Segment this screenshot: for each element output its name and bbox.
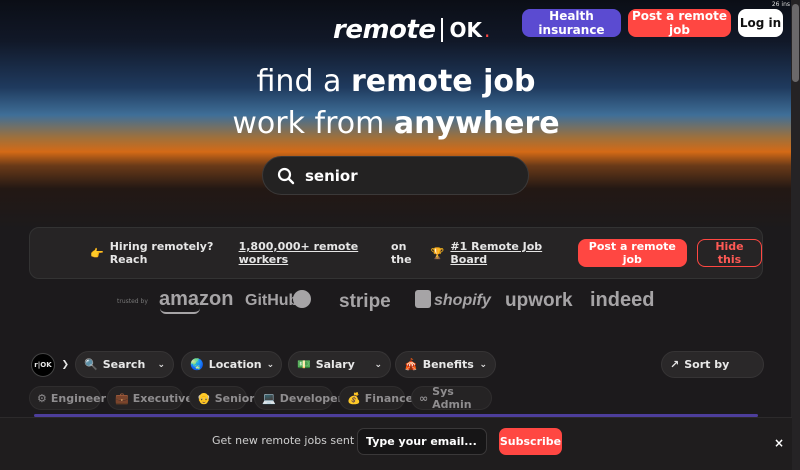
magnifier-icon: 🔍 [84,358,98,371]
hero-title-line1-bold: remote job [350,64,536,99]
tag-label: Engineer [50,391,107,405]
shopify-logo: shopify [434,292,491,309]
trophy-icon: 🏆 [430,246,445,260]
search-icon [277,167,295,184]
tag-executive[interactable]: 💼 Executive [107,386,193,410]
money-icon: 💵 [297,358,311,371]
benefits-filter-label: Benefits [422,358,474,371]
mini-logo-icon: r|OK [31,352,55,377]
login-button[interactable]: Log in [738,9,783,37]
tag-icon: 💻 [262,391,276,405]
email-field[interactable] [357,428,487,455]
logo-remote-text: remote [333,15,436,45]
location-filter-button[interactable]: 🌏 Location ⌄ [181,351,282,378]
tag-icon: ⚙ [37,391,47,405]
health-insurance-button[interactable]: Health insurance [522,9,621,37]
banner-post-job-button[interactable]: Post a remote job [577,239,687,267]
indeed-logo: indeed [590,289,655,311]
tag-engineer[interactable]: ⚙ Engineer [29,386,106,410]
subscribe-text: Get new remote jobs sent to [212,434,369,447]
scrollbar[interactable] [791,0,800,470]
stripe-logo: stripe [339,291,391,312]
tag-finance[interactable]: 💰 Finance [339,386,413,410]
job-board-link[interactable]: #1 Remote Job Board [450,240,562,266]
amazon-smile-icon [160,308,200,314]
hiring-banner: 👉 Hiring remotely? Reach 1,800,000+ remo… [29,227,763,279]
scrollbar-thumb[interactable] [792,4,799,82]
banner-text-a: Hiring remotely? Reach [109,240,214,266]
tag-senior[interactable]: 👴 Senior [189,386,255,410]
globe-icon: 🌏 [190,358,204,371]
tag-developer[interactable]: 💻 Developer [254,386,343,410]
remote-workers-link[interactable]: 1,800,000+ remote workers [239,240,385,266]
github-logo: GitHub [245,292,299,309]
salary-filter-label: Salary [315,358,355,371]
trusted-by-label: trusted by [117,298,148,305]
tag-icon: 💼 [115,391,129,405]
tag-label: Sys Admin [432,385,472,411]
chevron-down-icon: ⌄ [266,359,275,370]
sort-arrow-icon: ↗ [670,358,680,371]
chevron-down-icon: ⌄ [374,359,382,370]
pointing-hand-icon: 👉 [90,246,104,260]
post-job-button[interactable]: Post a remote job [628,9,731,37]
chevron-down-icon: ❯ [61,359,69,370]
chevron-down-icon: ⌄ [479,359,487,370]
close-icon[interactable]: × [774,436,784,450]
octocat-icon [293,290,311,308]
tag-label: Executive [132,391,193,405]
hero-title-line1-prefix: find a [256,64,351,99]
search-filter-button[interactable]: 🔍 Search ⌄ [75,351,174,378]
hero-title-line2-prefix: work from [232,106,394,141]
tag-label: Developer [279,391,344,405]
upwork-logo: upwork [505,290,573,311]
hero-title-line1: find a remote job [0,64,792,99]
search-input[interactable] [305,166,505,185]
hero-title-line2: work from anywhere [0,106,792,141]
tag-icon: 💰 [347,391,361,405]
logo[interactable]: remote OK . [333,14,490,46]
search-filter-label: Search [102,358,146,371]
tag-icon: ∞ [419,391,429,405]
hero-title-line2-bold: anywhere [393,106,560,141]
subscribe-button[interactable]: Subscribe [499,428,562,455]
banner-text-b: on the [391,240,412,266]
benefits-filter-button[interactable]: 🎪 Benefits ⌄ [395,351,496,378]
logo-dot: . [483,18,491,42]
hide-banner-button[interactable]: Hide this [696,239,762,267]
tag-sys-admin[interactable]: ∞ Sys Admin [411,385,492,411]
tag-icon: 👴 [197,391,211,405]
location-filter-label: Location [208,358,262,371]
logo-ok-text: OK [449,18,482,42]
search-box[interactable] [262,156,529,195]
circus-tent-icon: 🎪 [404,358,418,371]
corner-note: 26 ins [771,1,790,8]
logo-separator [441,18,444,42]
sort-by-label: Sort by [684,358,730,371]
shopify-bag-icon [415,290,431,308]
salary-filter-button[interactable]: 💵 Salary ⌄ [288,351,391,378]
tag-label: Finance [364,391,414,405]
sort-by-button[interactable]: ↗ Sort by [661,351,764,378]
tag-label: Senior [214,391,255,405]
site-filter-dropdown[interactable]: r|OK ❯ [29,351,71,378]
subscribe-bar: Get new remote jobs sent to Subscribe × [0,417,792,470]
chevron-down-icon: ⌄ [157,359,165,370]
